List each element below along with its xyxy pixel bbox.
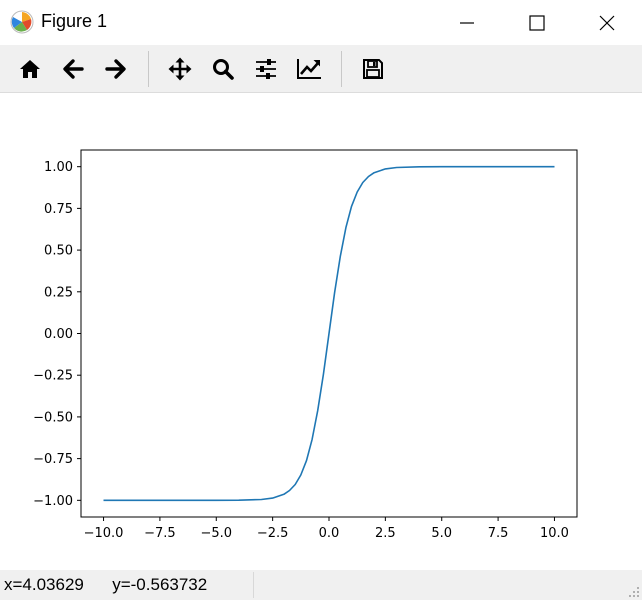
arrow-right-icon (105, 59, 126, 79)
trend-chart-icon (297, 59, 321, 79)
x-tick-label: 2.5 (375, 526, 396, 541)
y-tick-label: −1.00 (33, 494, 73, 509)
arrow-left-icon (63, 59, 84, 79)
navigation-toolbar (0, 45, 642, 93)
zoom-button[interactable] (207, 53, 239, 85)
magnifier-icon (213, 59, 234, 80)
figure-canvas[interactable]: −10.0 −7.5 −5.0 −2.5 0.0 2.5 5.0 7.5 10.0 1.00 0.7… (0, 93, 642, 570)
x-tick-label: −5.0 (200, 526, 232, 541)
matplotlib-logo-icon (10, 10, 34, 34)
edit-axis-button[interactable] (293, 53, 325, 85)
y-tick-label: −0.25 (33, 369, 73, 384)
toolbar-separator (341, 51, 342, 87)
minimize-button[interactable] (432, 0, 502, 45)
minimize-icon (460, 22, 474, 24)
home-button[interactable] (14, 53, 46, 85)
close-button[interactable] (572, 0, 642, 45)
back-button[interactable] (57, 53, 89, 85)
floppy-disk-icon (363, 59, 383, 79)
forward-button[interactable] (100, 53, 132, 85)
title-bar: Figure 1 (0, 0, 642, 45)
x-tick-label: 7.5 (488, 526, 509, 541)
sliders-icon (256, 59, 276, 79)
move-icon (168, 57, 192, 81)
cursor-coordinates: x=4.03629 y=-0.563732 (4, 575, 208, 594)
y-tick-label: −0.75 (33, 452, 73, 467)
configure-subplots-button[interactable] (250, 53, 282, 85)
x-tick-label: 10.0 (540, 526, 569, 541)
status-separator (253, 572, 254, 598)
pan-button[interactable] (164, 53, 196, 85)
maximize-button[interactable] (502, 0, 572, 45)
y-tick-label: 0.00 (44, 327, 73, 342)
x-tick-label: −10.0 (84, 526, 124, 541)
toolbar-separator (148, 51, 149, 87)
close-icon (599, 15, 615, 31)
maximize-icon (529, 15, 545, 31)
resize-grip-icon[interactable] (628, 586, 640, 598)
window-title: Figure 1 (41, 11, 108, 31)
y-tick-label: −0.50 (33, 410, 73, 425)
y-tick-label: 0.75 (44, 202, 73, 217)
home-icon (20, 60, 40, 78)
x-tick-label: 5.0 (431, 526, 452, 541)
y-tick-label: 0.50 (44, 244, 73, 259)
x-tick-label: −7.5 (144, 526, 176, 541)
y-tick-label: 0.25 (44, 285, 73, 300)
save-button[interactable] (357, 53, 389, 85)
y-tick-label: 1.00 (44, 160, 73, 175)
status-bar: x=4.03629 y=-0.563732 (0, 570, 642, 600)
line-chart: −10.0 −7.5 −5.0 −2.5 0.0 2.5 5.0 7.5 10.0 1.00 0.7… (33, 149, 578, 541)
x-tick-label: −2.5 (257, 526, 289, 541)
x-tick-label: 0.0 (319, 526, 340, 541)
